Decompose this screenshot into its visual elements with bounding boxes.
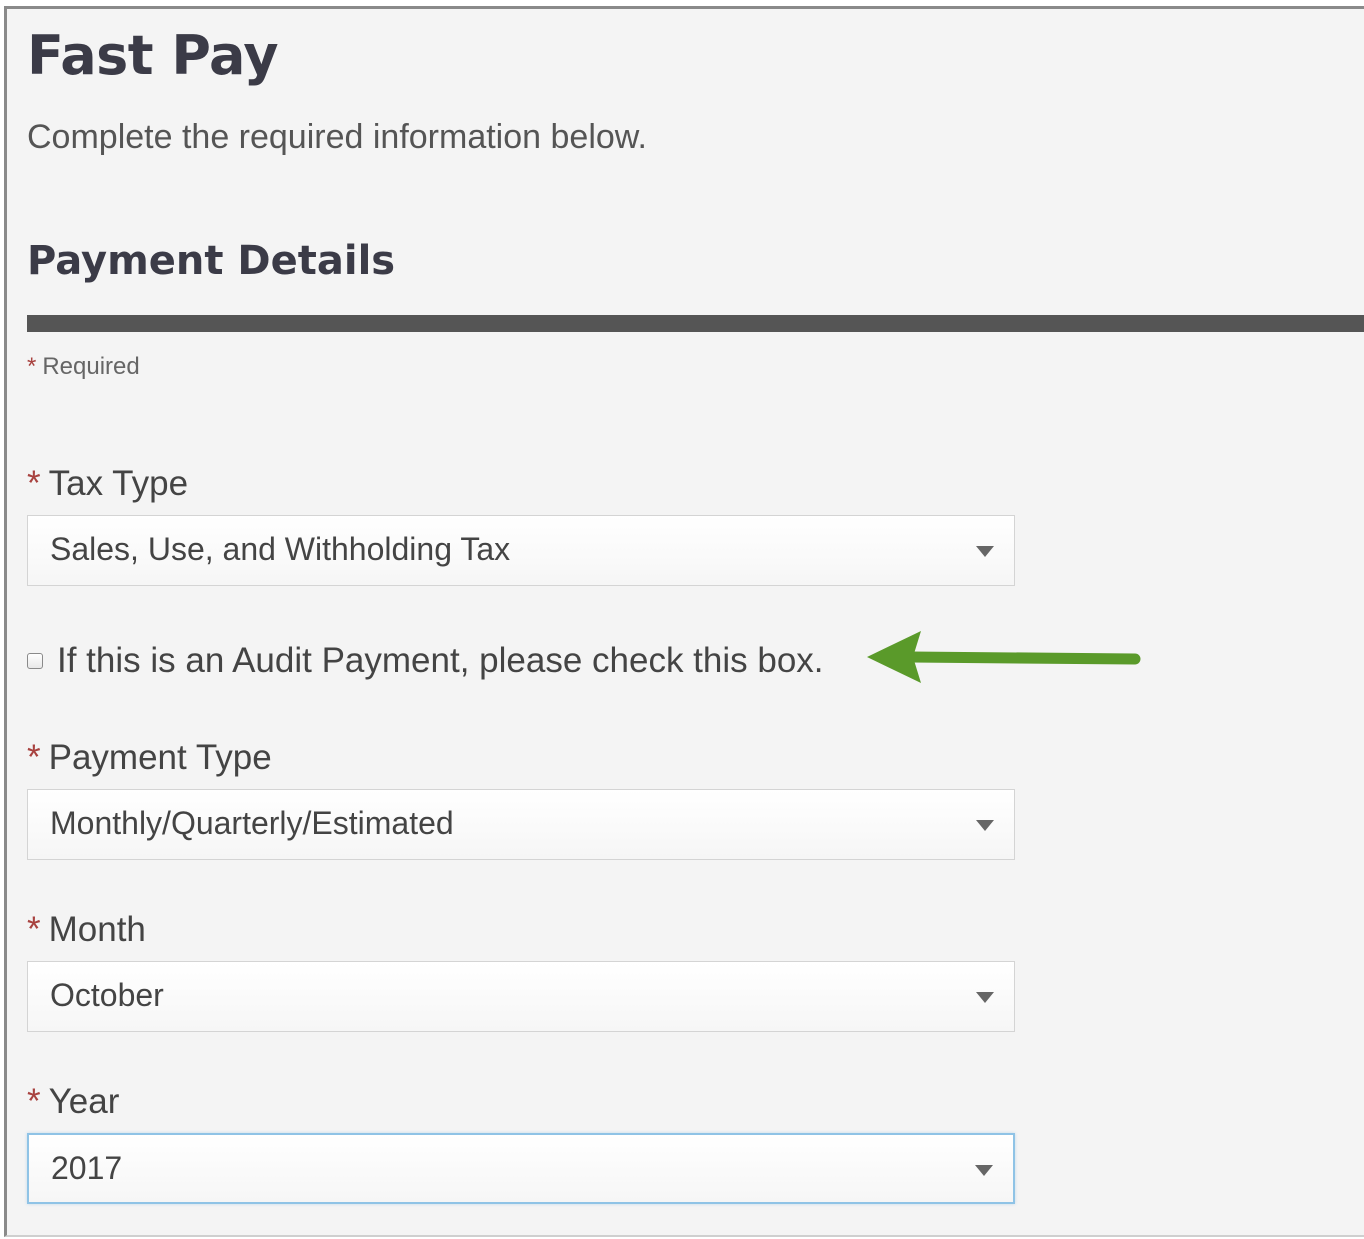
page-subtitle: Complete the required information below. (27, 118, 647, 156)
caret-down-icon (975, 1165, 993, 1176)
caret-down-icon (976, 992, 994, 1003)
tax-type-label-text: Tax Type (48, 464, 189, 503)
year-value: 2017 (51, 1150, 123, 1186)
tax-type-value: Sales, Use, and Withholding Tax (50, 531, 511, 567)
required-star: * (27, 353, 37, 380)
month-select[interactable]: October (27, 961, 1015, 1032)
year-label-text: Year (48, 1082, 120, 1121)
payment-type-select[interactable]: Monthly/Quarterly/Estimated (27, 789, 1015, 860)
section-divider (27, 315, 1364, 332)
required-star: * (27, 464, 41, 503)
required-star: * (27, 910, 41, 949)
month-label: * Month (27, 909, 146, 951)
month-value: October (50, 977, 164, 1013)
caret-down-icon (976, 820, 994, 831)
section-heading: Payment Details (27, 238, 396, 284)
payment-type-label: * Payment Type (27, 737, 272, 779)
fast-pay-panel: Fast Pay Complete the required informati… (4, 6, 1364, 1237)
required-note-text: Required (42, 353, 140, 380)
month-label-text: Month (48, 910, 146, 949)
required-note: * Required (27, 353, 140, 381)
audit-payment-checkbox[interactable] (27, 653, 43, 669)
year-label: * Year (27, 1081, 119, 1123)
payment-type-label-text: Payment Type (48, 738, 272, 777)
payment-type-value: Monthly/Quarterly/Estimated (50, 805, 454, 841)
year-select[interactable]: 2017 (27, 1133, 1015, 1204)
page-title: Fast Pay (27, 24, 279, 87)
required-star: * (27, 738, 41, 777)
caret-down-icon (976, 546, 994, 557)
tax-type-select[interactable]: Sales, Use, and Withholding Tax (27, 515, 1015, 586)
audit-payment-label: If this is an Audit Payment, please chec… (57, 641, 824, 680)
arrow-left-icon (867, 631, 1141, 683)
required-star: * (27, 1082, 41, 1121)
audit-payment-row: If this is an Audit Payment, please chec… (27, 633, 824, 689)
tax-type-label: * Tax Type (27, 463, 188, 505)
